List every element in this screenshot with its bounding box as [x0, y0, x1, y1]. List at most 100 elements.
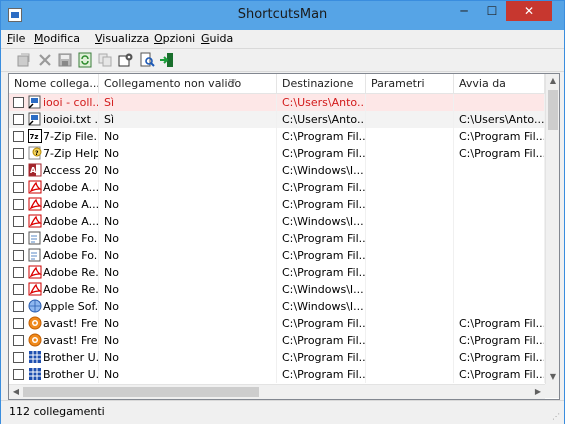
row-checkbox[interactable]: [13, 216, 24, 227]
cell-parameters: [366, 162, 454, 179]
table-row[interactable]: A Access 20...NoC:\Windows\I...: [9, 162, 545, 179]
exit-icon[interactable]: [159, 52, 175, 68]
table-row[interactable]: iooi - coll... Sì C:\Users\Anto...: [9, 94, 545, 111]
cell-destination: C:\Program Fil...: [277, 247, 366, 264]
cell-start-in: [454, 162, 545, 179]
column-header-parameters[interactable]: Parametri: [366, 74, 454, 93]
row-checkbox[interactable]: [13, 352, 24, 363]
cell-parameters: [366, 196, 454, 213]
row-checkbox[interactable]: [13, 369, 24, 380]
scroll-right-icon[interactable]: ▶: [531, 385, 545, 399]
find-icon[interactable]: [139, 52, 155, 68]
vertical-scroll-thumb[interactable]: [548, 90, 558, 130]
cell-name: avast! Fre...: [43, 317, 98, 330]
scroll-up-icon[interactable]: ▲: [546, 74, 559, 88]
table-row[interactable]: ? 7-Zip Help No C:\Program Fil... C:\Program…: [9, 145, 545, 162]
delete-icon[interactable]: [37, 52, 53, 68]
scroll-left-icon[interactable]: ◀: [9, 385, 23, 399]
refresh-icon[interactable]: [77, 52, 93, 68]
table-row[interactable]: Adobe Re...NoC:\Windows\I...: [9, 281, 545, 298]
row-checkbox[interactable]: [13, 199, 24, 210]
cell-destination: C:\Windows\I...: [277, 298, 366, 315]
horizontal-scrollbar[interactable]: ◀ ▶: [9, 384, 545, 399]
table-row[interactable]: Apple Sof...NoC:\Windows\I...: [9, 298, 545, 315]
cell-start-in: [454, 94, 545, 111]
shortcuts-table[interactable]: Nome collega... Collegamento non valido …: [8, 73, 560, 400]
table-row[interactable]: Adobe Fo...NoC:\Program Fil...: [9, 247, 545, 264]
maximize-button[interactable]: ☐: [478, 1, 506, 21]
pdf-icon: [28, 197, 43, 211]
title-bar[interactable]: ShortcutsMan ─ ☐ ✕: [1, 1, 564, 30]
scroll-down-icon[interactable]: ▼: [546, 370, 559, 384]
cell-start-in: [454, 179, 545, 196]
row-checkbox[interactable]: [13, 301, 24, 312]
table-row[interactable]: avast! Fre...NoC:\Program Fil...C:\Progr…: [9, 315, 545, 332]
row-checkbox[interactable]: [13, 148, 24, 159]
cell-start-in: [454, 281, 545, 298]
table-row[interactable]: Adobe A... No C:\Program Fil...: [9, 179, 545, 196]
cell-name: 7-Zip File...: [43, 130, 98, 143]
copy-icon[interactable]: [97, 52, 113, 68]
close-button[interactable]: ✕: [506, 1, 552, 21]
menu-visualizza[interactable]: Visualizza: [95, 32, 149, 45]
row-checkbox[interactable]: [13, 131, 24, 142]
options-icon[interactable]: [118, 52, 134, 68]
cell-destination: C:\Users\Anto...: [277, 111, 366, 128]
svg-text:?: ?: [35, 150, 39, 157]
column-header-destination[interactable]: Destinazione: [277, 74, 366, 93]
status-text: 112 collegamenti: [9, 405, 105, 418]
cell-invalid: No: [99, 128, 277, 145]
cell-name: iooioi.txt ...: [43, 113, 98, 126]
row-checkbox[interactable]: [13, 335, 24, 346]
table-row[interactable]: Adobe A... No C:\Program Fil...: [9, 196, 545, 213]
cell-parameters: [366, 349, 454, 366]
cell-invalid: No: [99, 264, 277, 281]
table-row[interactable]: avast! Fre...NoC:\Program Fil...C:\Progr…: [9, 332, 545, 349]
cell-name: Adobe Re...: [43, 283, 98, 296]
row-checkbox[interactable]: [13, 97, 24, 108]
app-window: ShortcutsMan ─ ☐ ✕ File Modifica Visuali…: [0, 0, 565, 424]
cell-start-in: C:\Users\Anto...: [454, 111, 545, 128]
row-checkbox[interactable]: [13, 250, 24, 261]
cell-invalid: No: [99, 230, 277, 247]
horizontal-scroll-thumb[interactable]: [23, 387, 259, 397]
row-checkbox[interactable]: [13, 165, 24, 176]
shortcut-icon: [28, 95, 42, 109]
row-checkbox[interactable]: [13, 318, 24, 329]
table-row[interactable]: Adobe Fo...NoC:\Program Fil...: [9, 230, 545, 247]
row-checkbox[interactable]: [13, 267, 24, 278]
cell-start-in: [454, 247, 545, 264]
menu-opzioni[interactable]: Opzioni: [154, 32, 195, 45]
table-row[interactable]: Adobe A... No C:\Windows\I...: [9, 213, 545, 230]
cell-destination: C:\Windows\I...: [277, 162, 366, 179]
table-row[interactable]: Brother U...NoC:\Program Fil...C:\Progra…: [9, 366, 545, 383]
column-header-start-in[interactable]: Avvia da: [454, 74, 545, 93]
column-header-invalid[interactable]: Collegamento non valido ▽: [99, 74, 277, 93]
minimize-button[interactable]: ─: [450, 1, 478, 21]
menu-guida[interactable]: Guida: [201, 32, 233, 45]
cell-invalid: No: [99, 162, 277, 179]
row-checkbox[interactable]: [13, 233, 24, 244]
resize-grip-icon[interactable]: ⋰: [552, 412, 562, 422]
table-row[interactable]: iooioi.txt ...SìC:\Users\Anto...C:\Users…: [9, 111, 545, 128]
row-checkbox[interactable]: [13, 114, 24, 125]
menu-file[interactable]: File: [7, 32, 25, 45]
vertical-scrollbar[interactable]: ▲ ▼: [545, 74, 559, 384]
row-checkbox[interactable]: [13, 182, 24, 193]
table-row[interactable]: Brother U...NoC:\Program Fil...C:\Progra…: [9, 349, 545, 366]
table-row[interactable]: Adobe Re...NoC:\Program Fil...: [9, 264, 545, 281]
cell-invalid: Sì: [99, 111, 277, 128]
row-checkbox[interactable]: [13, 284, 24, 295]
menu-modifica[interactable]: Modifica: [34, 32, 80, 45]
properties-icon[interactable]: [16, 52, 32, 68]
cell-parameters: [366, 213, 454, 230]
pdf-icon: [28, 282, 43, 296]
cell-name: Adobe A...: [43, 198, 98, 211]
table-row[interactable]: 7z 7-Zip File... No C:\Program Fil... C:\Pro…: [9, 128, 545, 145]
save-icon[interactable]: [57, 52, 73, 68]
brother-icon: [28, 350, 42, 364]
cell-start-in: C:\Program Fil...: [454, 349, 545, 366]
brother-icon: [28, 367, 42, 381]
column-header-name[interactable]: Nome collega...: [9, 74, 99, 93]
sort-indicator-icon: ▽: [229, 78, 236, 88]
